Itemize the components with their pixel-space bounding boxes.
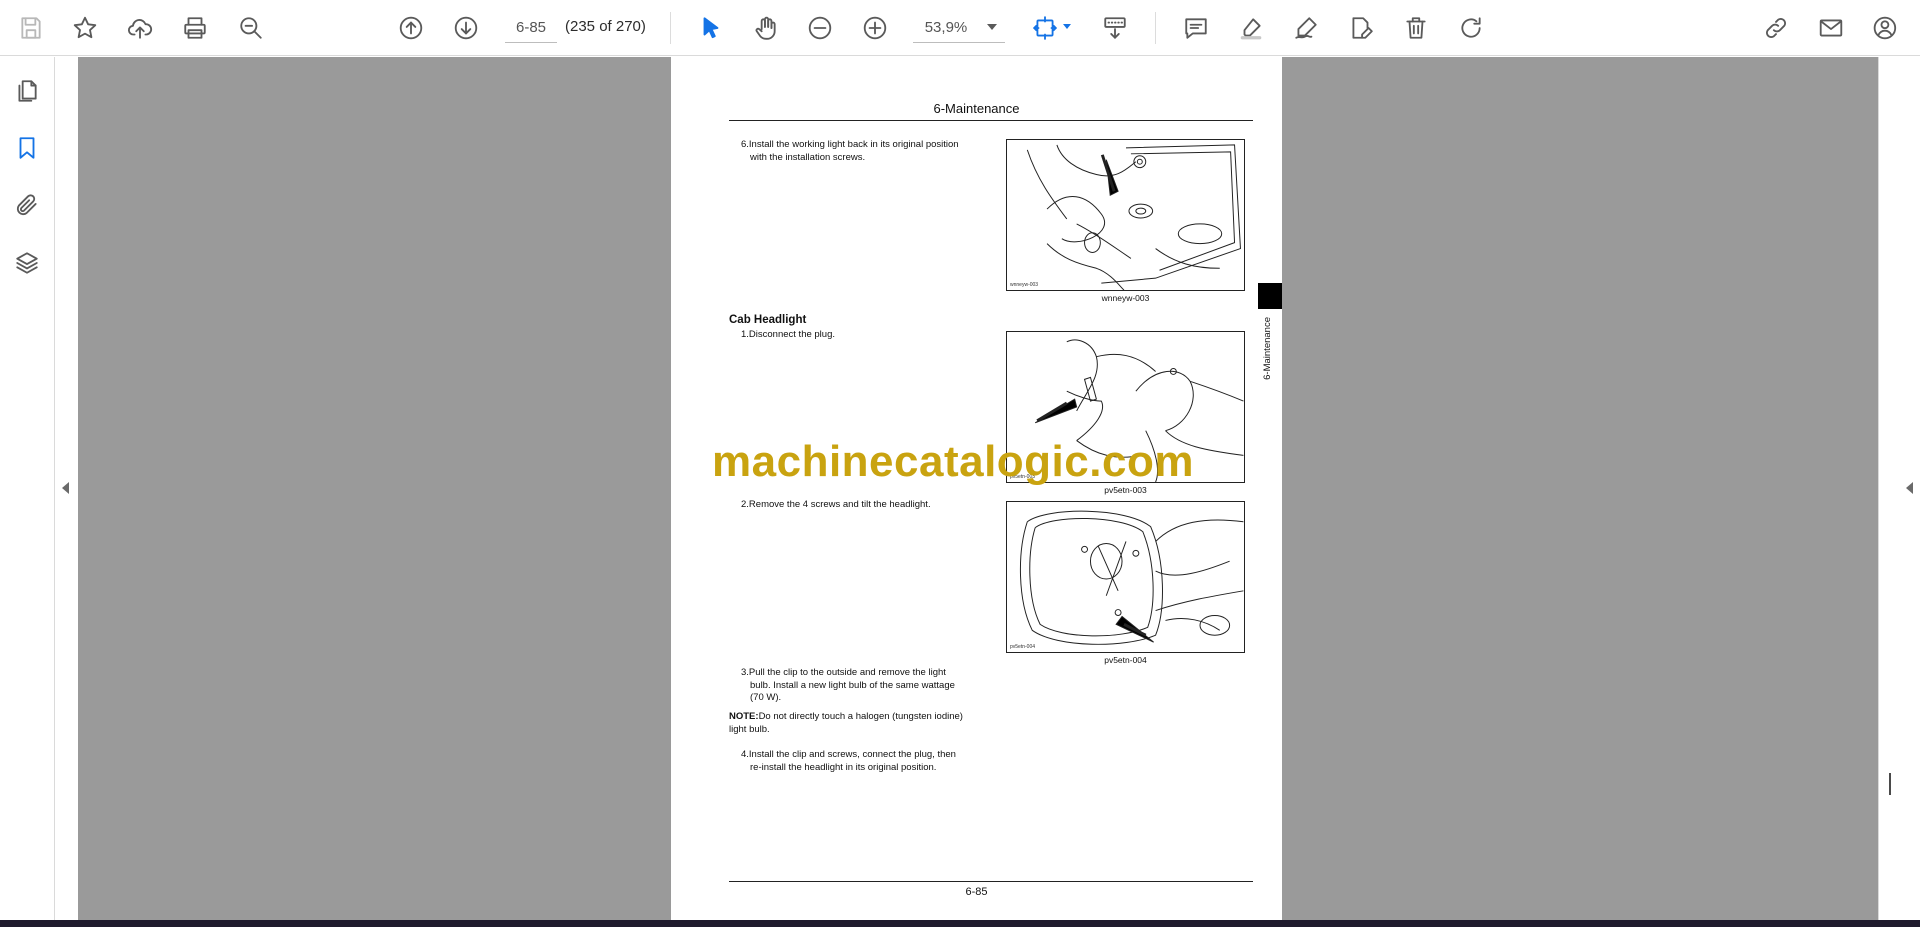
step-3-line-1: 3.Pull the clip to the outside and remov… [741,667,946,678]
left-navigation-rail [0,57,55,920]
expand-right-panel-icon[interactable] [1906,482,1913,494]
chapter-tab-label: 6-Maintenance [1262,317,1273,380]
fit-page-icon[interactable] [1026,9,1064,47]
figure-3-caption: pv5etn-004 [1104,655,1147,665]
vertical-scrollbar[interactable] [1884,57,1898,920]
note-text: NOTE:Do not directly touch a halogen (tu… [729,711,963,736]
step-4-line-2: re-install the headlight in its original… [750,761,937,773]
step-3-line-3: (70 W). [750,692,782,703]
find-zoom-icon[interactable] [232,9,270,47]
rotate-icon[interactable] [1452,9,1490,47]
share-link-icon[interactable] [1757,9,1795,47]
comment-icon[interactable] [1177,9,1215,47]
scroll-mode-icon[interactable] [1096,9,1134,47]
highlight-icon[interactable] [1232,9,1270,47]
note-line-2: light bulb. [729,723,770,735]
step-4-text: 4.Install the clip and screws, connect t… [741,749,956,774]
taskbar-strip [0,920,1920,927]
zoom-select[interactable] [913,13,1005,43]
next-page-icon[interactable] [447,9,485,47]
step-4-line-1: 4.Install the clip and screws, connect t… [741,749,956,760]
step-6-line-2: with the installation screws. [750,151,866,163]
page-number-input[interactable] [505,13,557,43]
page-footer-number: 6-85 [965,886,988,898]
zoom-in-icon[interactable] [856,9,894,47]
page-header: 6-Maintenance [671,101,1282,116]
fill-sign-icon[interactable] [1342,9,1380,47]
footer-rule [729,881,1253,882]
layers-icon[interactable] [10,246,44,280]
step-2-text: 2.Remove the 4 screws and tilt the headl… [741,499,931,510]
section-heading-cab-headlight: Cab Headlight [729,314,807,326]
print-icon[interactable] [176,9,214,47]
attachments-icon[interactable] [10,188,44,222]
chapter-tab-marker [1258,283,1282,309]
page-count-label: (235 of 270) [565,18,646,35]
user-account-icon[interactable] [1867,9,1905,47]
main-toolbar: (235 of 270) [0,0,1920,56]
figure-3-code: pv5etn-004 [1010,644,1036,650]
upload-cloud-icon[interactable] [121,9,159,47]
zoom-level-input[interactable] [913,13,979,42]
chevron-down-icon[interactable] [987,24,997,30]
fit-options-caret-icon[interactable] [1063,24,1071,29]
pdf-viewer-app: (235 of 270) [0,0,1920,927]
pages-thumbnails-icon[interactable] [10,74,44,108]
bookmark-star-icon[interactable] [66,9,104,47]
figure-remove-screws: pv5etn-004 [1006,501,1245,653]
header-rule [729,120,1253,121]
step-1-text: 1.Disconnect the plug. [741,329,836,340]
select-cursor-icon[interactable] [692,9,730,47]
figure-working-light: wnneyw-003 [1006,139,1245,291]
email-icon[interactable] [1812,9,1850,47]
figure-1-caption: wnneyw-003 [1101,293,1150,303]
watermark-text: machinecatalogic.com [712,437,1194,486]
note-label: NOTE: [729,711,759,722]
step-6-text: 6.Install the working light back in its … [741,139,959,164]
zoom-out-icon[interactable] [801,9,839,47]
step-3-text: 3.Pull the clip to the outside and remov… [741,667,955,705]
draw-icon[interactable] [1287,9,1325,47]
delete-icon[interactable] [1397,9,1435,47]
pdf-page: 6-Maintenance 6.Install the working ligh… [671,57,1282,920]
previous-page-icon[interactable] [392,9,430,47]
toolbar-divider [670,12,671,44]
save-icon[interactable] [12,9,50,47]
toolbar-divider [1155,12,1156,44]
bookmarks-icon[interactable] [10,131,44,165]
figure-1-code: wnneyw-003 [1010,282,1039,288]
note-line-1: Do not directly touch a halogen (tungste… [758,711,963,722]
scrollbar-thumb[interactable] [1889,773,1891,795]
page-header-title: 6-Maintenance [933,101,1020,116]
collapse-left-panel-icon[interactable] [62,482,69,494]
hand-tool-icon[interactable] [747,9,785,47]
step-6-line-1: 6.Install the working light back in its … [741,139,959,150]
step-3-line-2: bulb. Install a new light bulb of the sa… [750,679,955,691]
